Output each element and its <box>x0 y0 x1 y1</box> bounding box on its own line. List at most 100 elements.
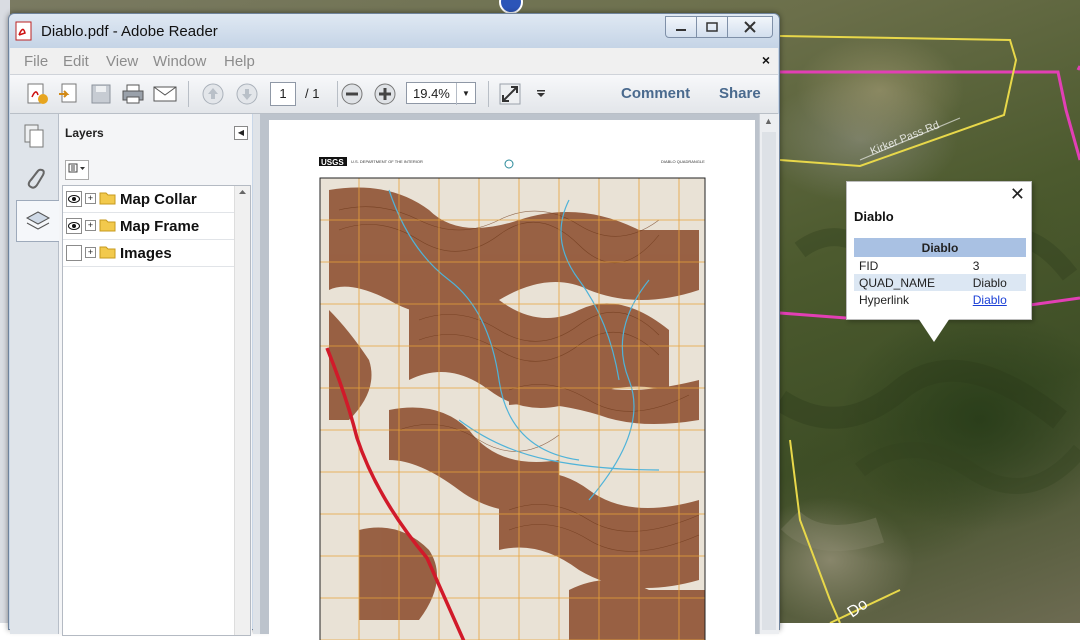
visibility-toggle[interactable] <box>66 191 82 207</box>
visibility-toggle[interactable] <box>66 218 82 234</box>
expand-arrows-icon <box>499 83 521 105</box>
zoom-out-button[interactable] <box>339 81 365 107</box>
comment-button[interactable]: Comment <box>621 85 690 102</box>
attribute-key: QUAD_NAME <box>854 274 968 291</box>
visibility-toggle[interactable] <box>66 245 82 261</box>
collapse-panel-button[interactable]: ◀ <box>234 126 248 140</box>
document-view[interactable]: USGS U.S. DEPARTMENT OF THE INTERIOR DIA… <box>260 114 759 640</box>
maximize-icon <box>706 22 718 32</box>
eye-icon <box>68 222 80 230</box>
zoom-level-value: 19.4% <box>413 86 450 101</box>
layers-scrollbar[interactable] <box>234 186 250 635</box>
table-row: QUAD_NAME Diablo <box>854 274 1026 291</box>
road-label-kirker: Kirker Pass Rd <box>869 119 942 158</box>
minimize-icon <box>676 29 686 31</box>
next-page-button[interactable] <box>234 81 260 107</box>
scroll-up-icon <box>239 190 246 194</box>
attribute-key: Hyperlink <box>859 292 910 307</box>
options-list-icon <box>68 163 85 173</box>
email-button[interactable] <box>152 81 178 107</box>
page-total: / 1 <box>305 86 320 101</box>
close-popup-button[interactable]: ✕ <box>1010 184 1025 205</box>
menu-file[interactable]: File <box>24 53 48 70</box>
pane-splitter[interactable] <box>253 114 260 634</box>
page-thumbnails-button[interactable] <box>14 116 54 156</box>
toolbar-separator <box>488 81 489 107</box>
layer-row-map-frame[interactable]: + Map Frame <box>63 213 250 240</box>
layer-options-button[interactable] <box>65 160 89 180</box>
menu-window[interactable]: Window <box>153 53 206 70</box>
edit-pdf-button[interactable] <box>56 81 82 107</box>
pdf-file-icon <box>15 21 32 41</box>
scroll-up-icon[interactable]: ▲ <box>764 116 773 126</box>
print-button[interactable] <box>120 81 146 107</box>
menu-view[interactable]: View <box>106 53 138 70</box>
print-icon <box>122 84 144 104</box>
chevron-down-icon[interactable]: ▼ <box>456 83 475 105</box>
attribute-table-header: Diablo <box>854 238 1026 257</box>
layers-panel: Layers ◀ + Map Collar + Map Frame + Imag… <box>59 114 252 636</box>
usgs-logo-text: USGS <box>321 158 344 167</box>
layer-row-map-collar[interactable]: + Map Collar <box>63 186 250 213</box>
fit-page-button[interactable] <box>497 81 523 107</box>
paperclip-icon <box>27 168 45 189</box>
folder-icon <box>99 246 116 259</box>
zoom-out-icon <box>341 83 363 105</box>
feature-info-popup: ✕ Diablo Diablo FID 3 QUAD_NAME Diablo H… <box>846 181 1032 320</box>
popup-pointer <box>918 318 950 342</box>
attribute-value: Diablo <box>967 274 1026 291</box>
layer-label: Images <box>120 245 172 262</box>
attribute-table: Diablo FID 3 QUAD_NAME Diablo Hyperlink … <box>854 238 1026 308</box>
dropdown-arrow-icon <box>537 90 545 97</box>
maximize-button[interactable] <box>696 16 728 38</box>
popup-title: Diablo <box>854 209 894 224</box>
close-icon <box>744 21 756 33</box>
folder-icon <box>99 192 116 205</box>
expand-toggle[interactable]: + <box>85 193 96 204</box>
map-quadrangle-text: DIABLO QUADRANGLE <box>661 159 705 164</box>
page-number-input[interactable]: 1 <box>270 82 296 106</box>
navigation-pane <box>10 114 59 634</box>
folder-icon <box>99 219 116 232</box>
expand-toggle[interactable]: + <box>85 247 96 258</box>
topo-logo <box>504 159 514 169</box>
menu-edit[interactable]: Edit <box>63 53 89 70</box>
reader-window[interactable]: Diablo.pdf - Adobe Reader File Edit View… <box>8 13 780 640</box>
close-button[interactable] <box>727 16 773 38</box>
menu-help[interactable]: Help <box>224 53 255 70</box>
zoom-in-button[interactable] <box>372 81 398 107</box>
previous-page-button[interactable] <box>200 81 226 107</box>
toolbar: 1 / 1 19.4% ▼ Comment Share <box>10 75 778 114</box>
layers-icon <box>25 211 51 230</box>
share-button[interactable]: Share <box>719 85 761 102</box>
minimize-button[interactable] <box>665 16 697 38</box>
eye-icon <box>68 195 80 203</box>
save-button[interactable] <box>88 81 114 107</box>
layers-panel-title: Layers <box>65 126 104 140</box>
hyperlink[interactable]: Diablo <box>973 293 1007 307</box>
title-bar[interactable]: Diablo.pdf - Adobe Reader <box>9 14 779 48</box>
menu-bar: File Edit View Window Help × <box>10 48 778 75</box>
email-icon <box>153 86 177 102</box>
edit-document-icon <box>59 83 77 103</box>
pdf-page: USGS U.S. DEPARTMENT OF THE INTERIOR DIA… <box>269 120 755 640</box>
toolbar-options-button[interactable] <box>528 81 554 107</box>
close-document-button[interactable]: × <box>762 52 770 68</box>
layers-button[interactable] <box>16 200 59 242</box>
attachments-button[interactable] <box>14 158 54 198</box>
zoom-in-icon <box>374 83 396 105</box>
document-scrollbar[interactable]: ▲ <box>759 114 779 634</box>
expand-toggle[interactable]: + <box>85 220 96 231</box>
layers-tree: + Map Collar + Map Frame + Images <box>62 185 251 636</box>
pages-icon <box>24 124 44 148</box>
arrow-up-circle-icon <box>202 83 224 105</box>
create-pdf-icon <box>27 83 48 104</box>
save-icon <box>91 84 111 104</box>
scrollbar-thumb[interactable] <box>762 132 776 630</box>
layer-label: Map Collar <box>120 191 197 208</box>
toolbar-separator <box>337 81 338 107</box>
layer-row-images[interactable]: + Images <box>63 240 250 267</box>
create-pdf-button[interactable] <box>24 81 50 107</box>
zoom-level-select[interactable]: 19.4% ▼ <box>406 82 476 105</box>
table-row: FID 3 <box>854 257 1026 274</box>
